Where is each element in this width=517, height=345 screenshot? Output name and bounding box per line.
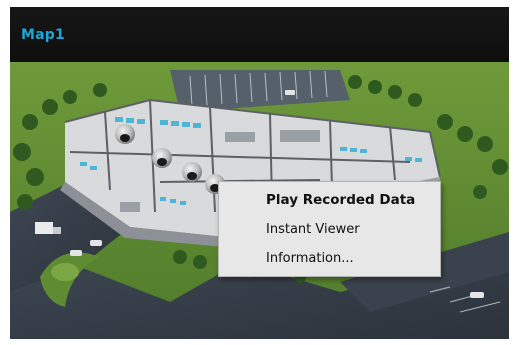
dome-camera-icon[interactable]: [115, 124, 135, 144]
map-title-bar: Map1: [10, 7, 509, 62]
menu-item-instant-viewer[interactable]: Instant Viewer: [219, 218, 440, 242]
dome-camera-icon[interactable]: [152, 148, 172, 168]
map-title: Map1: [21, 27, 65, 43]
dome-camera-icon[interactable]: [182, 162, 202, 182]
map-window: Map1: [10, 7, 509, 339]
menu-item-play-recorded-data[interactable]: Play Recorded Data: [219, 188, 440, 212]
menu-item-information[interactable]: Information...: [219, 247, 440, 271]
camera-context-menu: Play Recorded Data Instant Viewer Inform…: [218, 181, 441, 277]
